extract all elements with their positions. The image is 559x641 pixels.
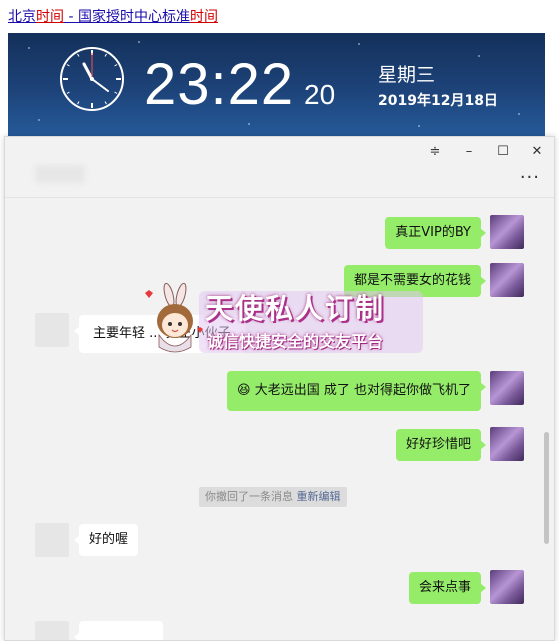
- weekday-label: 星期三: [378, 64, 436, 86]
- message-bubble-theirs[interactable]: [74, 621, 163, 640]
- avatar-me[interactable]: [490, 427, 524, 461]
- avatar-me[interactable]: [490, 215, 524, 249]
- chat-title-blurred: [35, 165, 85, 183]
- ad-subtitle: 诚信快捷安全的交友平台: [207, 332, 384, 351]
- avatar-other[interactable]: [35, 523, 69, 557]
- link-part-time[interactable]: 时间: [36, 9, 64, 25]
- avatar-me[interactable]: [490, 263, 524, 297]
- analog-clock-icon: [60, 47, 124, 111]
- minimize-button[interactable]: –: [452, 137, 486, 165]
- more-options-button[interactable]: ···: [520, 167, 540, 188]
- message-bubble-theirs[interactable]: 好的喔: [73, 524, 139, 556]
- pin-button[interactable]: ≑: [418, 137, 452, 165]
- link-part-beijing[interactable]: 北京: [8, 9, 36, 25]
- header-divider: [5, 197, 554, 198]
- scrollbar[interactable]: [544, 432, 549, 544]
- clock-banner: 23:22 20 星期三 2019年12月18日: [8, 33, 545, 136]
- chat-window: ≑ – ☐ ✕ ··· 真正VIP的BY 都是不需要女的花钱 主要年轻 ... …: [4, 136, 555, 641]
- avatar-me[interactable]: [490, 570, 524, 604]
- ad-title: 天使私人订制: [205, 292, 386, 325]
- avatar-me[interactable]: [490, 371, 524, 405]
- message-bubble-mine[interactable]: 会来点事: [408, 572, 487, 604]
- digital-time: 23:22: [144, 52, 295, 117]
- date-label: 2019年12月18日: [378, 93, 498, 109]
- close-button[interactable]: ✕: [520, 137, 554, 165]
- avatar-other[interactable]: [35, 621, 69, 640]
- bunny-girl-mascot-icon: [145, 283, 203, 353]
- window-controls: ≑ – ☐ ✕: [418, 137, 554, 165]
- re-edit-link[interactable]: 重新编辑: [297, 490, 341, 503]
- message-bubble-mine[interactable]: 好好珍惜吧: [395, 429, 487, 461]
- message-text: 大老远出国 成了 也对得起你做飞机了: [254, 383, 471, 398]
- message-bubble-mine[interactable]: 真正VIP的BY: [385, 217, 486, 249]
- grin-emoji-icon: 😆: [237, 383, 251, 398]
- link-part-time-2[interactable]: 时间: [190, 9, 218, 25]
- maximize-button[interactable]: ☐: [486, 137, 520, 165]
- page-title-link[interactable]: 北京时间 - 国家授时中心标准时间: [8, 6, 218, 28]
- recall-notice-text: 你撤回了一条消息: [205, 490, 297, 503]
- link-part-standard[interactable]: - 国家授时中心标准: [64, 9, 190, 25]
- avatar-other[interactable]: [35, 313, 69, 347]
- recall-notice: 你撤回了一条消息 重新编辑: [199, 487, 347, 507]
- watermark-ad: 天使私人订制 诚信快捷安全的交友平台: [135, 283, 425, 358]
- message-bubble-mine[interactable]: 😆 大老远出国 成了 也对得起你做飞机了: [227, 371, 486, 411]
- digital-seconds: 20: [304, 79, 336, 110]
